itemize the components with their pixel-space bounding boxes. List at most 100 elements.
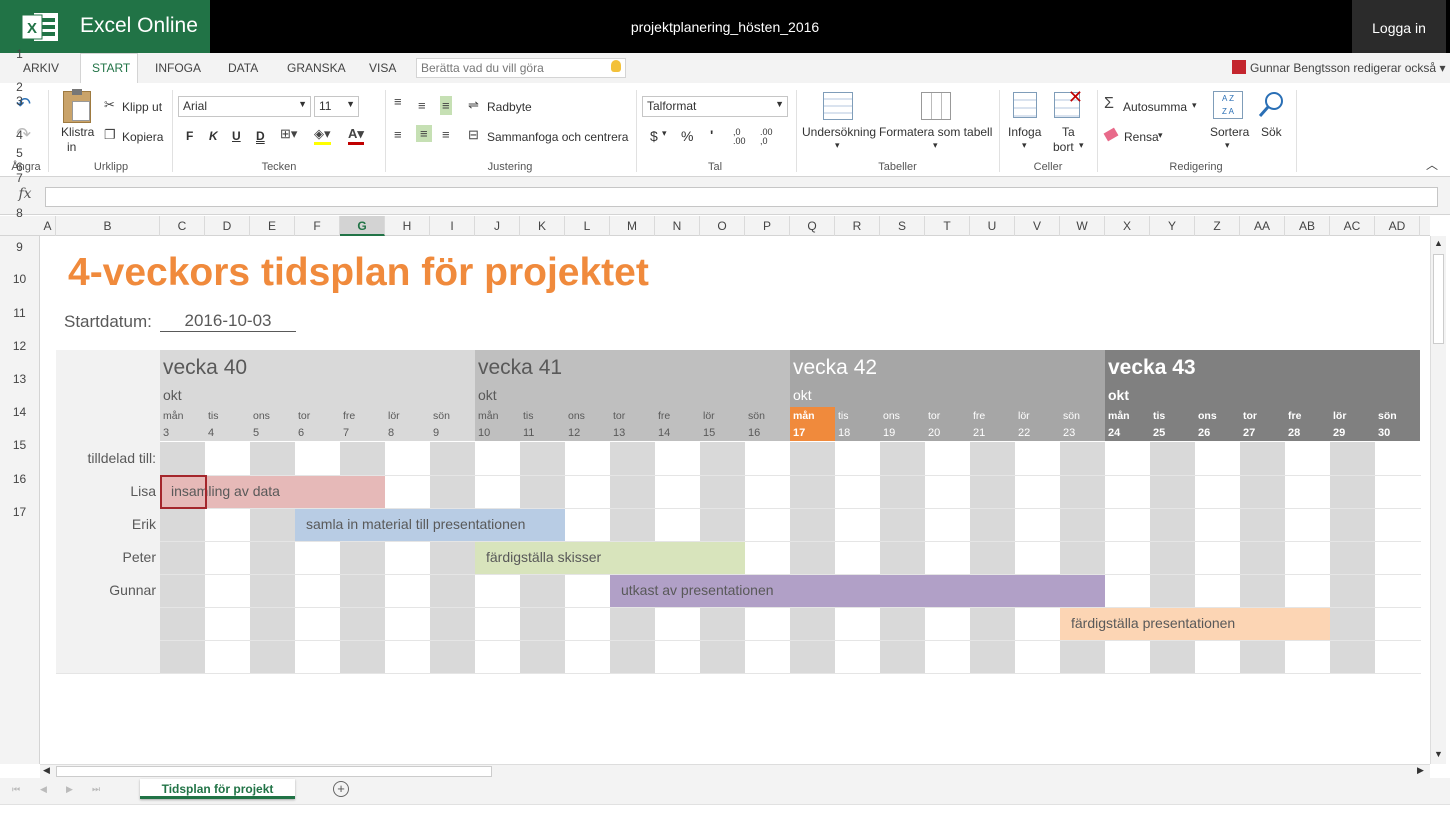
column-header[interactable]: I [430,216,475,236]
day-name[interactable]: tis [208,410,219,422]
month-name[interactable]: okt [1108,387,1129,403]
clear-button[interactable]: Rensa [1124,130,1159,144]
day-number[interactable]: 11 [523,427,534,439]
find-button[interactable]: Sök [1261,125,1282,139]
row-header[interactable]: 4 [0,128,39,142]
login-button[interactable]: Logga in [1352,0,1446,53]
fill-color-icon[interactable]: ◈▾ [314,126,331,145]
column-header[interactable]: S [880,216,925,236]
day-number[interactable]: 19 [883,427,895,439]
align-center-icon[interactable]: ≡ [416,125,432,142]
month-name[interactable]: okt [163,387,182,403]
week-name[interactable]: vecka 42 [793,356,877,380]
day-name[interactable]: tor [613,410,625,422]
double-underline-button[interactable]: D [256,129,265,143]
column-header[interactable]: P [745,216,790,236]
app-brand[interactable]: X Excel Online [0,0,210,53]
paste-label[interactable]: Klistra [61,125,94,139]
day-name[interactable]: ons [253,410,270,422]
vertical-scrollbar[interactable]: ▲ ▼ [1430,236,1446,764]
column-header[interactable]: T [925,216,970,236]
day-name[interactable]: fre [343,410,355,422]
day-name[interactable]: tis [1153,410,1165,422]
column-header[interactable]: D [205,216,250,236]
day-name[interactable]: mån [478,410,498,422]
day-number[interactable]: 21 [973,427,985,439]
day-number[interactable]: 5 [253,427,259,439]
align-middle-icon[interactable]: ≡ [418,98,426,113]
day-number[interactable]: 18 [838,427,850,439]
column-header[interactable]: G [340,216,385,236]
start-date-label[interactable]: Startdatum: [64,312,152,332]
borders-icon[interactable]: ⊞▾ [280,126,297,142]
row-header[interactable]: 12 [0,339,39,353]
italic-button[interactable]: K [209,129,218,143]
column-header[interactable]: L [565,216,610,236]
day-number[interactable]: 28 [1288,427,1300,439]
font-color-icon[interactable]: A▾ [348,126,364,145]
bold-button[interactable]: F [186,129,193,143]
day-number[interactable]: 29 [1333,427,1345,439]
day-number[interactable]: 15 [703,427,715,439]
font-size-select[interactable]: 11 ▼ [314,96,359,117]
day-number[interactable]: 24 [1108,427,1120,439]
row-header[interactable]: 7 [0,171,39,185]
sheet-title[interactable]: 4-veckors tidsplan för projektet [68,251,649,295]
day-number[interactable]: 12 [568,427,580,439]
day-number[interactable]: 7 [343,427,349,439]
day-name[interactable]: fre [1288,410,1301,422]
week-name[interactable]: vecka 43 [1108,356,1196,380]
currency-button[interactable]: $ [650,128,658,144]
cut-button[interactable]: Klipp ut [122,100,162,114]
column-header[interactable]: R [835,216,880,236]
tell-me-input[interactable]: Berätta vad du vill göra [416,58,626,78]
day-name[interactable]: ons [568,410,585,422]
day-number[interactable]: 26 [1198,427,1210,439]
column-header[interactable]: H [385,216,430,236]
scroll-down-icon[interactable]: ▼ [1434,749,1443,759]
last-sheet-icon[interactable]: ⏭ [92,784,100,795]
align-top-icon[interactable]: ≡ [394,94,402,109]
day-name[interactable]: tis [838,410,849,422]
day-name[interactable]: tor [298,410,310,422]
sort-icon[interactable]: A ZZ A [1213,91,1243,119]
assigned-to-label[interactable]: tilldelad till: [56,450,156,466]
day-number[interactable]: 13 [613,427,625,439]
align-right-icon[interactable]: ≡ [442,127,450,142]
person-name[interactable]: Lisa [56,483,156,499]
day-name[interactable]: sön [1378,410,1397,422]
column-header[interactable]: Q [790,216,835,236]
day-number[interactable]: 16 [748,427,760,439]
scroll-left-icon[interactable]: ◀ [43,765,50,776]
row-header[interactable]: 9 [0,240,39,254]
percent-button[interactable]: % [681,128,693,144]
day-name[interactable]: ons [883,410,900,422]
survey-icon[interactable] [823,92,853,120]
day-number[interactable]: 30 [1378,427,1390,439]
font-family-select[interactable]: Arial ▼ [178,96,311,117]
column-header[interactable]: AB [1285,216,1330,236]
autosum-button[interactable]: Autosumma [1123,100,1187,114]
add-sheet-icon[interactable]: + [333,781,349,797]
task-bar[interactable]: samla in material till presentationen [295,509,565,541]
document-title[interactable]: projektplanering_hösten_2016 [540,19,910,35]
person-name[interactable]: Gunnar [56,582,156,598]
row-header[interactable]: 17 [0,505,39,519]
day-number[interactable]: 4 [208,427,214,439]
day-name[interactable]: fre [658,410,670,422]
copy-button[interactable]: Kopiera [122,130,163,144]
day-name[interactable]: mån [1108,410,1130,422]
month-name[interactable]: okt [793,387,812,403]
column-header[interactable]: B [56,216,160,236]
day-name[interactable]: sön [1063,410,1080,422]
row-header[interactable]: 2 [0,80,39,94]
day-number[interactable]: 6 [298,427,304,439]
column-header[interactable]: AC [1330,216,1375,236]
insert-cells-button[interactable]: Infoga [1008,125,1041,139]
comma-button[interactable]: ' [710,127,713,143]
day-number[interactable]: 8 [388,427,394,439]
day-number[interactable]: 9 [433,427,439,439]
tab-start[interactable]: START [92,61,130,75]
week-name[interactable]: vecka 41 [478,356,562,380]
day-number[interactable]: 10 [478,427,490,439]
